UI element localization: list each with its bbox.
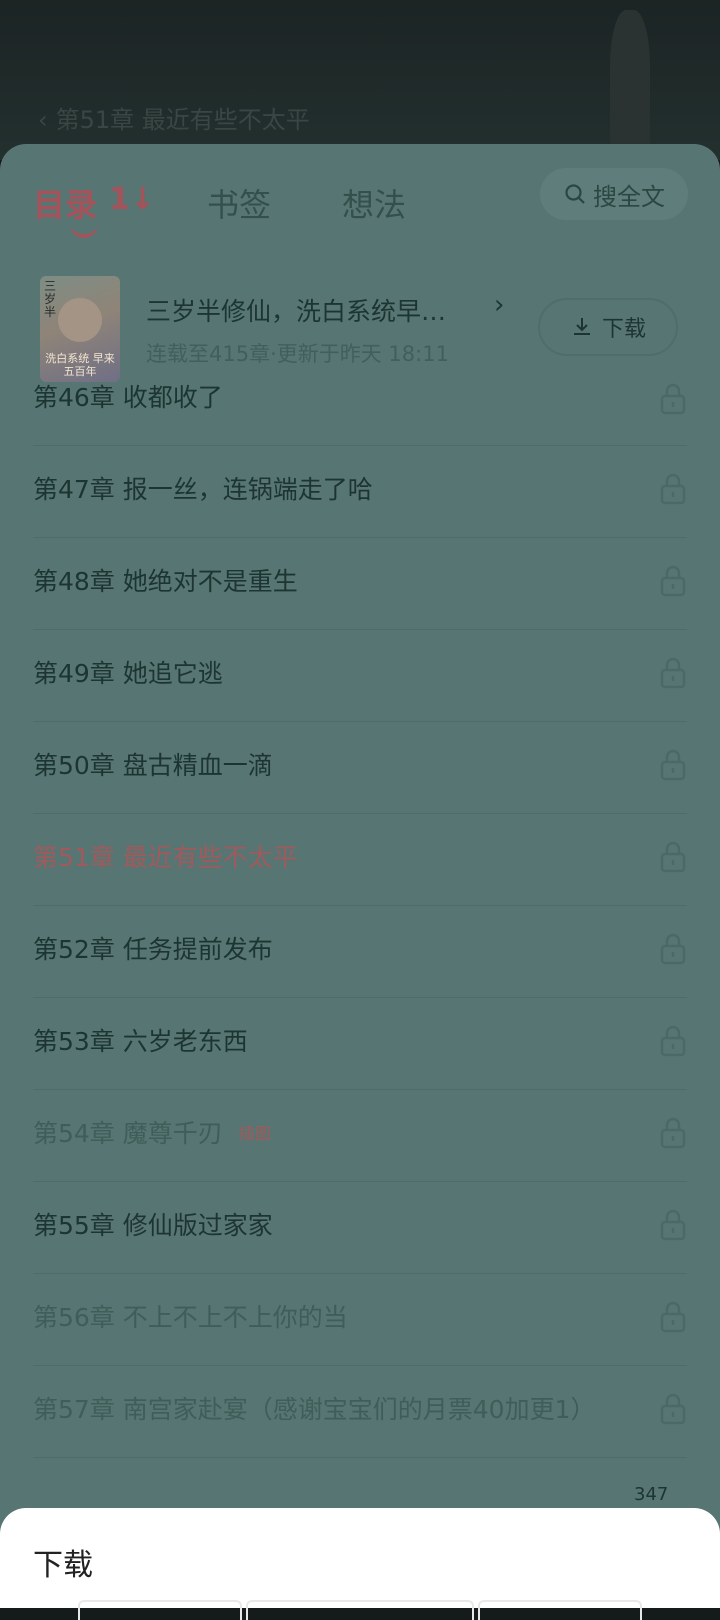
tab-bar: 目录 1↓ 书签 想法 搜全文 xyxy=(0,144,720,264)
lock-icon xyxy=(660,383,686,415)
chevron-left-icon: ‹ xyxy=(38,106,48,134)
chapter-title: 第49章 她追它逃 xyxy=(33,654,223,690)
reader-background: ‹ 第51章 最近有些不太平 xyxy=(0,0,720,160)
cover-illustration xyxy=(58,298,102,342)
chapter-title-text: 第50章 盘古精血一滴 xyxy=(33,751,273,780)
chapter-title: 第46章 收都收了 xyxy=(33,378,223,414)
book-update-meta: 连载至415章·更新于昨天 18:11 xyxy=(146,342,449,366)
chapter-title-text: 第48章 她绝对不是重生 xyxy=(33,567,298,596)
chapter-title: 第48章 她绝对不是重生 xyxy=(33,562,298,598)
chapter-title: 第51章 最近有些不太平 xyxy=(33,838,298,874)
search-icon xyxy=(565,184,585,204)
chapter-item[interactable]: 第55章 修仙版过家家 xyxy=(0,1182,720,1274)
reader-chapter-header: ‹ 第51章 最近有些不太平 xyxy=(38,100,310,135)
chapter-item-current[interactable]: 第51章 最近有些不太平 xyxy=(0,814,720,906)
cover-text-top: 三岁半 xyxy=(44,279,57,319)
download-icon xyxy=(573,318,590,335)
chapter-title-text: 第47章 报一丝，连锅端走了哈 xyxy=(33,475,373,504)
lock-icon xyxy=(660,473,686,505)
chapter-title-text: 第54章 魔尊千刃 xyxy=(33,1119,223,1148)
chapter-title: 第55章 修仙版过家家 xyxy=(33,1206,273,1242)
lock-icon xyxy=(660,1209,686,1241)
tab-catalog[interactable]: 目录 xyxy=(33,180,97,226)
download-option[interactable] xyxy=(246,1600,474,1620)
chapter-title-text: 第55章 修仙版过家家 xyxy=(33,1211,273,1240)
download-sheet-title: 下载 xyxy=(33,1548,93,1583)
chapter-item[interactable]: 第53章 六岁老东西 xyxy=(0,998,720,1090)
chapter-title: 第54章 魔尊千刃 插图 xyxy=(33,1114,271,1150)
search-fulltext-button[interactable]: 搜全文 xyxy=(540,168,688,220)
download-label: 下载 xyxy=(601,317,646,342)
sort-icon[interactable]: 1↓ xyxy=(109,182,155,217)
download-button[interactable]: 下载 xyxy=(538,298,678,356)
chapter-item[interactable]: 第57章 南宫家赴宴（感谢宝宝们的月票40加更1） xyxy=(0,1366,720,1458)
lock-icon xyxy=(660,749,686,781)
lock-icon xyxy=(660,1393,686,1425)
active-tab-indicator xyxy=(70,224,98,238)
chapter-item[interactable]: 第46章 收都收了 xyxy=(0,372,720,446)
book-title[interactable]: 三岁半修仙，洗白系统早… xyxy=(146,292,446,328)
lock-icon xyxy=(660,657,686,689)
chapter-title: 第50章 盘古精血一滴 xyxy=(33,746,273,782)
lock-icon xyxy=(660,565,686,597)
chapter-title: 第47章 报一丝，连锅端走了哈 xyxy=(33,470,373,506)
tab-thoughts[interactable]: 想法 xyxy=(342,180,406,226)
chapter-title: 第53章 六岁老东西 xyxy=(33,1022,248,1058)
chapter-title: 第52章 任务提前发布 xyxy=(33,930,273,966)
chapter-title-text: 第57章 南宫家赴宴（感谢宝宝们的月票40加更1） xyxy=(33,1395,596,1424)
chapter-item[interactable]: 第50章 盘古精血一滴 xyxy=(0,722,720,814)
chapter-item[interactable]: 第54章 魔尊千刃 插图 xyxy=(0,1090,720,1182)
lock-icon xyxy=(660,1117,686,1149)
illustration-badge: 插图 xyxy=(238,1124,271,1143)
chapter-title-text: 第46章 收都收了 xyxy=(33,383,223,412)
chapter-item[interactable]: 第48章 她绝对不是重生 xyxy=(0,538,720,630)
download-option[interactable] xyxy=(78,1600,242,1620)
download-sheet: 下载 xyxy=(0,1508,720,1620)
tab-bookmarks[interactable]: 书签 xyxy=(207,180,271,226)
search-fulltext-label: 搜全文 xyxy=(593,182,665,211)
catalog-drawer: 目录 1↓ 书签 想法 搜全文 三岁半 洗白系统 早来五百年 三岁半修仙，洗白系… xyxy=(0,144,720,1608)
chapter-title: 第57章 南宫家赴宴（感谢宝宝们的月票40加更1） xyxy=(33,1390,595,1426)
lock-icon xyxy=(660,1301,686,1333)
chapter-title-text: 第56章 不上不上不上你的当 xyxy=(33,1303,348,1332)
lock-icon xyxy=(660,933,686,965)
chapter-list: 第46章 收都收了第47章 报一丝，连锅端走了哈 第48章 她绝对不是重生 第49章… xyxy=(0,372,720,1458)
chapter-title-text: 第53章 六岁老东西 xyxy=(33,1027,248,1056)
download-option[interactable] xyxy=(478,1600,642,1620)
chapter-item[interactable]: 第49章 她追它逃 xyxy=(0,630,720,722)
chapter-item[interactable]: 第47章 报一丝，连锅端走了哈 xyxy=(0,446,720,538)
comment-count: 347 xyxy=(634,1484,669,1505)
chapter-title: 第56章 不上不上不上你的当 xyxy=(33,1298,348,1334)
background-illustration xyxy=(610,10,650,150)
reader-chapter-title: 第51章 最近有些不太平 xyxy=(55,106,310,134)
book-cover: 三岁半 洗白系统 早来五百年 xyxy=(40,276,120,382)
lock-icon xyxy=(660,1025,686,1057)
chapter-title-text: 第51章 最近有些不太平 xyxy=(33,843,298,872)
chapter-item[interactable]: 第52章 任务提前发布 xyxy=(0,906,720,998)
chevron-right-icon[interactable]: › xyxy=(494,290,504,320)
chapter-title-text: 第49章 她追它逃 xyxy=(33,659,223,688)
chapter-title-text: 第52章 任务提前发布 xyxy=(33,935,273,964)
lock-icon xyxy=(660,841,686,873)
chapter-item[interactable]: 第56章 不上不上不上你的当 xyxy=(0,1274,720,1366)
